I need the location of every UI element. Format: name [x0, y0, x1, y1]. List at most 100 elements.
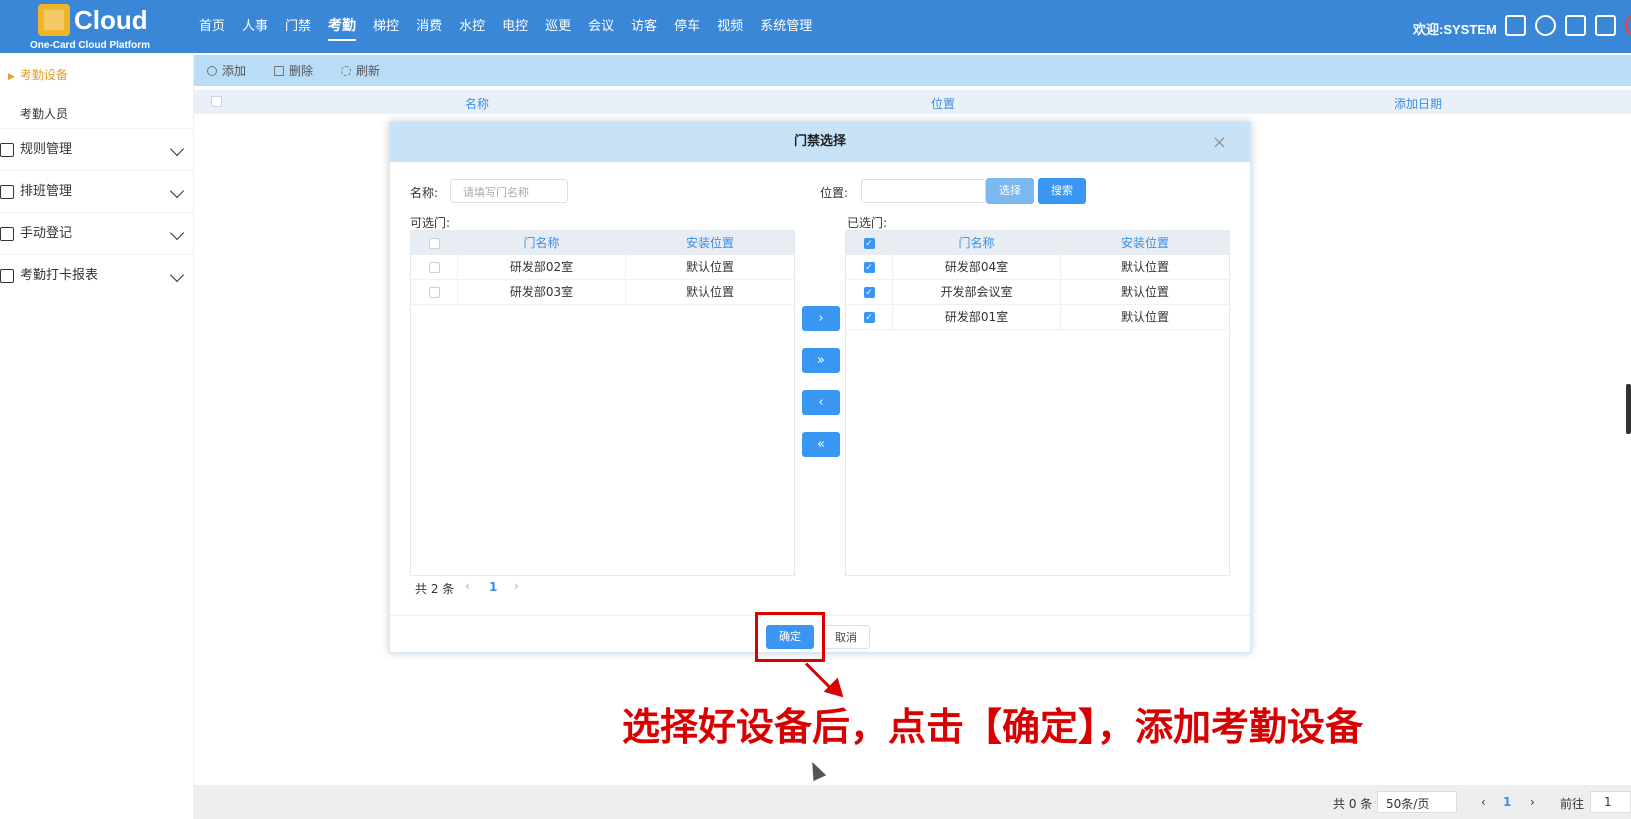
- nav-access-control[interactable]: 门禁: [285, 0, 311, 53]
- goto-label: 前往: [1560, 797, 1585, 811]
- selected-row-checkbox[interactable]: ✓: [863, 286, 875, 298]
- sidebar-group-shift-management[interactable]: 排班管理: [0, 170, 194, 212]
- column-name[interactable]: 名称: [465, 95, 489, 112]
- power-icon[interactable]: [1625, 15, 1631, 36]
- cloud-logo[interactable]: Cloud One-Card Cloud Platform: [30, 2, 170, 52]
- move-selected-left-button[interactable]: ‹: [802, 390, 840, 415]
- sidebar-group-attendance-report[interactable]: 考勤打卡报表: [0, 254, 194, 296]
- help-icon[interactable]: [1535, 15, 1556, 36]
- sidebar-group-rule-management[interactable]: 规则管理: [0, 128, 194, 170]
- sidebar-item-attendance-personnel[interactable]: 考勤人员: [20, 103, 68, 125]
- position-input[interactable]: [861, 179, 986, 203]
- nav-meeting[interactable]: 会议: [588, 0, 614, 53]
- available-select-all-checkbox[interactable]: [428, 237, 440, 249]
- select-all-checkbox[interactable]: [211, 96, 222, 107]
- available-table-header: 门名称 安装位置: [411, 231, 794, 255]
- selected-row-checkbox[interactable]: ✓: [863, 261, 875, 273]
- refresh-icon: [341, 65, 352, 76]
- previous-page-button[interactable]: ‹: [1481, 795, 1486, 809]
- next-page-button[interactable]: ›: [1530, 795, 1535, 809]
- chevron-down-icon: [169, 183, 185, 199]
- door-selection-modal: 门禁选择 × 名称: 请填写门名称 位置: 选择 搜索 可选门: 已选门: 门名…: [389, 121, 1251, 653]
- column-location[interactable]: 位置: [931, 95, 955, 112]
- sidebar-group-manual-registration[interactable]: 手动登记: [0, 212, 194, 254]
- logo-subtitle: One-Card Cloud Platform: [30, 40, 151, 51]
- language-icon[interactable]: [1565, 15, 1586, 36]
- page-size-select[interactable]: 50条/页: [1377, 791, 1457, 813]
- door-name: 开发部会议室: [893, 280, 1061, 304]
- delete-button-label: 删除: [289, 64, 314, 78]
- column-added-date[interactable]: 添加日期: [1394, 95, 1442, 112]
- goto-page-value: 1: [1604, 795, 1612, 809]
- door-name: 研发部02室: [458, 255, 626, 279]
- sidebar: 考勤设备 考勤人员 规则管理 排班管理 手动登记 考勤打卡报表: [0, 53, 194, 819]
- available-current-page[interactable]: 1: [489, 580, 497, 594]
- nav-home[interactable]: 首页: [199, 0, 225, 53]
- available-row-checkbox[interactable]: [428, 286, 440, 298]
- report-chart-icon: [0, 269, 14, 283]
- logo-text: Cloud: [74, 5, 148, 35]
- selected-row[interactable]: ✓ 研发部01室 默认位置: [846, 305, 1229, 330]
- move-all-left-button[interactable]: «: [802, 432, 840, 457]
- selected-row[interactable]: ✓ 研发部04室 默认位置: [846, 255, 1229, 280]
- name-input[interactable]: 请填写门名称: [450, 179, 568, 203]
- selected-select-all-checkbox[interactable]: ✓: [863, 237, 875, 249]
- name-label: 名称:: [410, 186, 439, 200]
- nav-video[interactable]: 视频: [717, 0, 743, 53]
- sidebar-item-attendance-devices[interactable]: 考勤设备: [0, 64, 68, 86]
- sidebar-group-label: 规则管理: [20, 142, 73, 157]
- available-next-page-button[interactable]: ›: [514, 579, 519, 593]
- nav-elevator[interactable]: 梯控: [373, 0, 399, 53]
- selected-select-all-cell: ✓: [846, 231, 893, 255]
- right-edge-handle[interactable]: [1626, 384, 1631, 434]
- pagination-bar: 共 0 条 50条/页 ‹ 1 › 前往 1: [194, 785, 1631, 819]
- nav-personnel[interactable]: 人事: [242, 0, 268, 53]
- nav-system-management[interactable]: 系统管理: [760, 0, 812, 53]
- device-table-header: 名称 位置 添加日期: [194, 90, 1631, 114]
- available-column-location: 安装位置: [685, 236, 734, 250]
- page-size-value: 50条/页: [1386, 797, 1430, 811]
- modal-title: 门禁选择: [390, 122, 1250, 162]
- delete-button[interactable]: 删除: [274, 62, 313, 79]
- available-row-checkbox[interactable]: [428, 261, 440, 273]
- nav-electric-control[interactable]: 电控: [502, 0, 528, 53]
- plus-circle-icon: [207, 65, 217, 76]
- fullscreen-icon[interactable]: [1505, 15, 1526, 36]
- add-button[interactable]: 添加: [207, 62, 246, 79]
- cancel-button[interactable]: 取消: [822, 625, 870, 649]
- move-selected-right-button[interactable]: ›: [802, 306, 840, 331]
- selected-doors-panel: ✓ 门名称 安装位置 ✓ 研发部04室 默认位置 ✓ 开发部会议室 默认位置 ✓…: [845, 230, 1230, 576]
- current-page-button[interactable]: 1: [1503, 795, 1511, 809]
- move-all-right-button[interactable]: »: [802, 348, 840, 373]
- sidebar-group-label: 排班管理: [20, 184, 73, 199]
- nav-parking[interactable]: 停车: [674, 0, 700, 53]
- refresh-button-label: 刷新: [356, 64, 381, 78]
- nav-patrol[interactable]: 巡更: [545, 0, 571, 53]
- external-link-icon[interactable]: [1595, 15, 1616, 36]
- goto-page-input[interactable]: 1: [1590, 791, 1631, 813]
- confirm-highlight-box: [755, 612, 825, 662]
- door-location: 默认位置: [685, 285, 734, 299]
- selected-row-checkbox[interactable]: ✓: [863, 311, 875, 323]
- available-doors-label: 可选门:: [410, 216, 451, 230]
- logo-box-icon: [38, 4, 70, 36]
- door-location: 默认位置: [1120, 310, 1169, 324]
- available-row[interactable]: 研发部02室 默认位置: [411, 255, 794, 280]
- chevron-down-icon: [169, 267, 185, 283]
- nav-attendance[interactable]: 考勤: [328, 0, 357, 53]
- door-name: 研发部03室: [458, 280, 626, 304]
- selected-row[interactable]: ✓ 开发部会议室 默认位置: [846, 280, 1229, 305]
- shift-management-icon: [0, 185, 14, 199]
- nav-visitor[interactable]: 访客: [631, 0, 657, 53]
- nav-consumption[interactable]: 消费: [416, 0, 442, 53]
- refresh-button[interactable]: 刷新: [341, 62, 380, 79]
- selected-row-check-cell: ✓: [846, 305, 893, 329]
- available-select-all-cell: [411, 231, 458, 255]
- close-icon[interactable]: ×: [1212, 132, 1227, 153]
- nav-water-control[interactable]: 水控: [459, 0, 485, 53]
- available-row[interactable]: 研发部03室 默认位置: [411, 280, 794, 305]
- instruction-caption: 选择好设备后，点击【确定】，添加考勤设备: [622, 707, 1364, 749]
- select-position-button[interactable]: 选择: [986, 178, 1034, 204]
- available-prev-page-button[interactable]: ‹: [465, 579, 470, 593]
- search-button[interactable]: 搜索: [1038, 178, 1086, 204]
